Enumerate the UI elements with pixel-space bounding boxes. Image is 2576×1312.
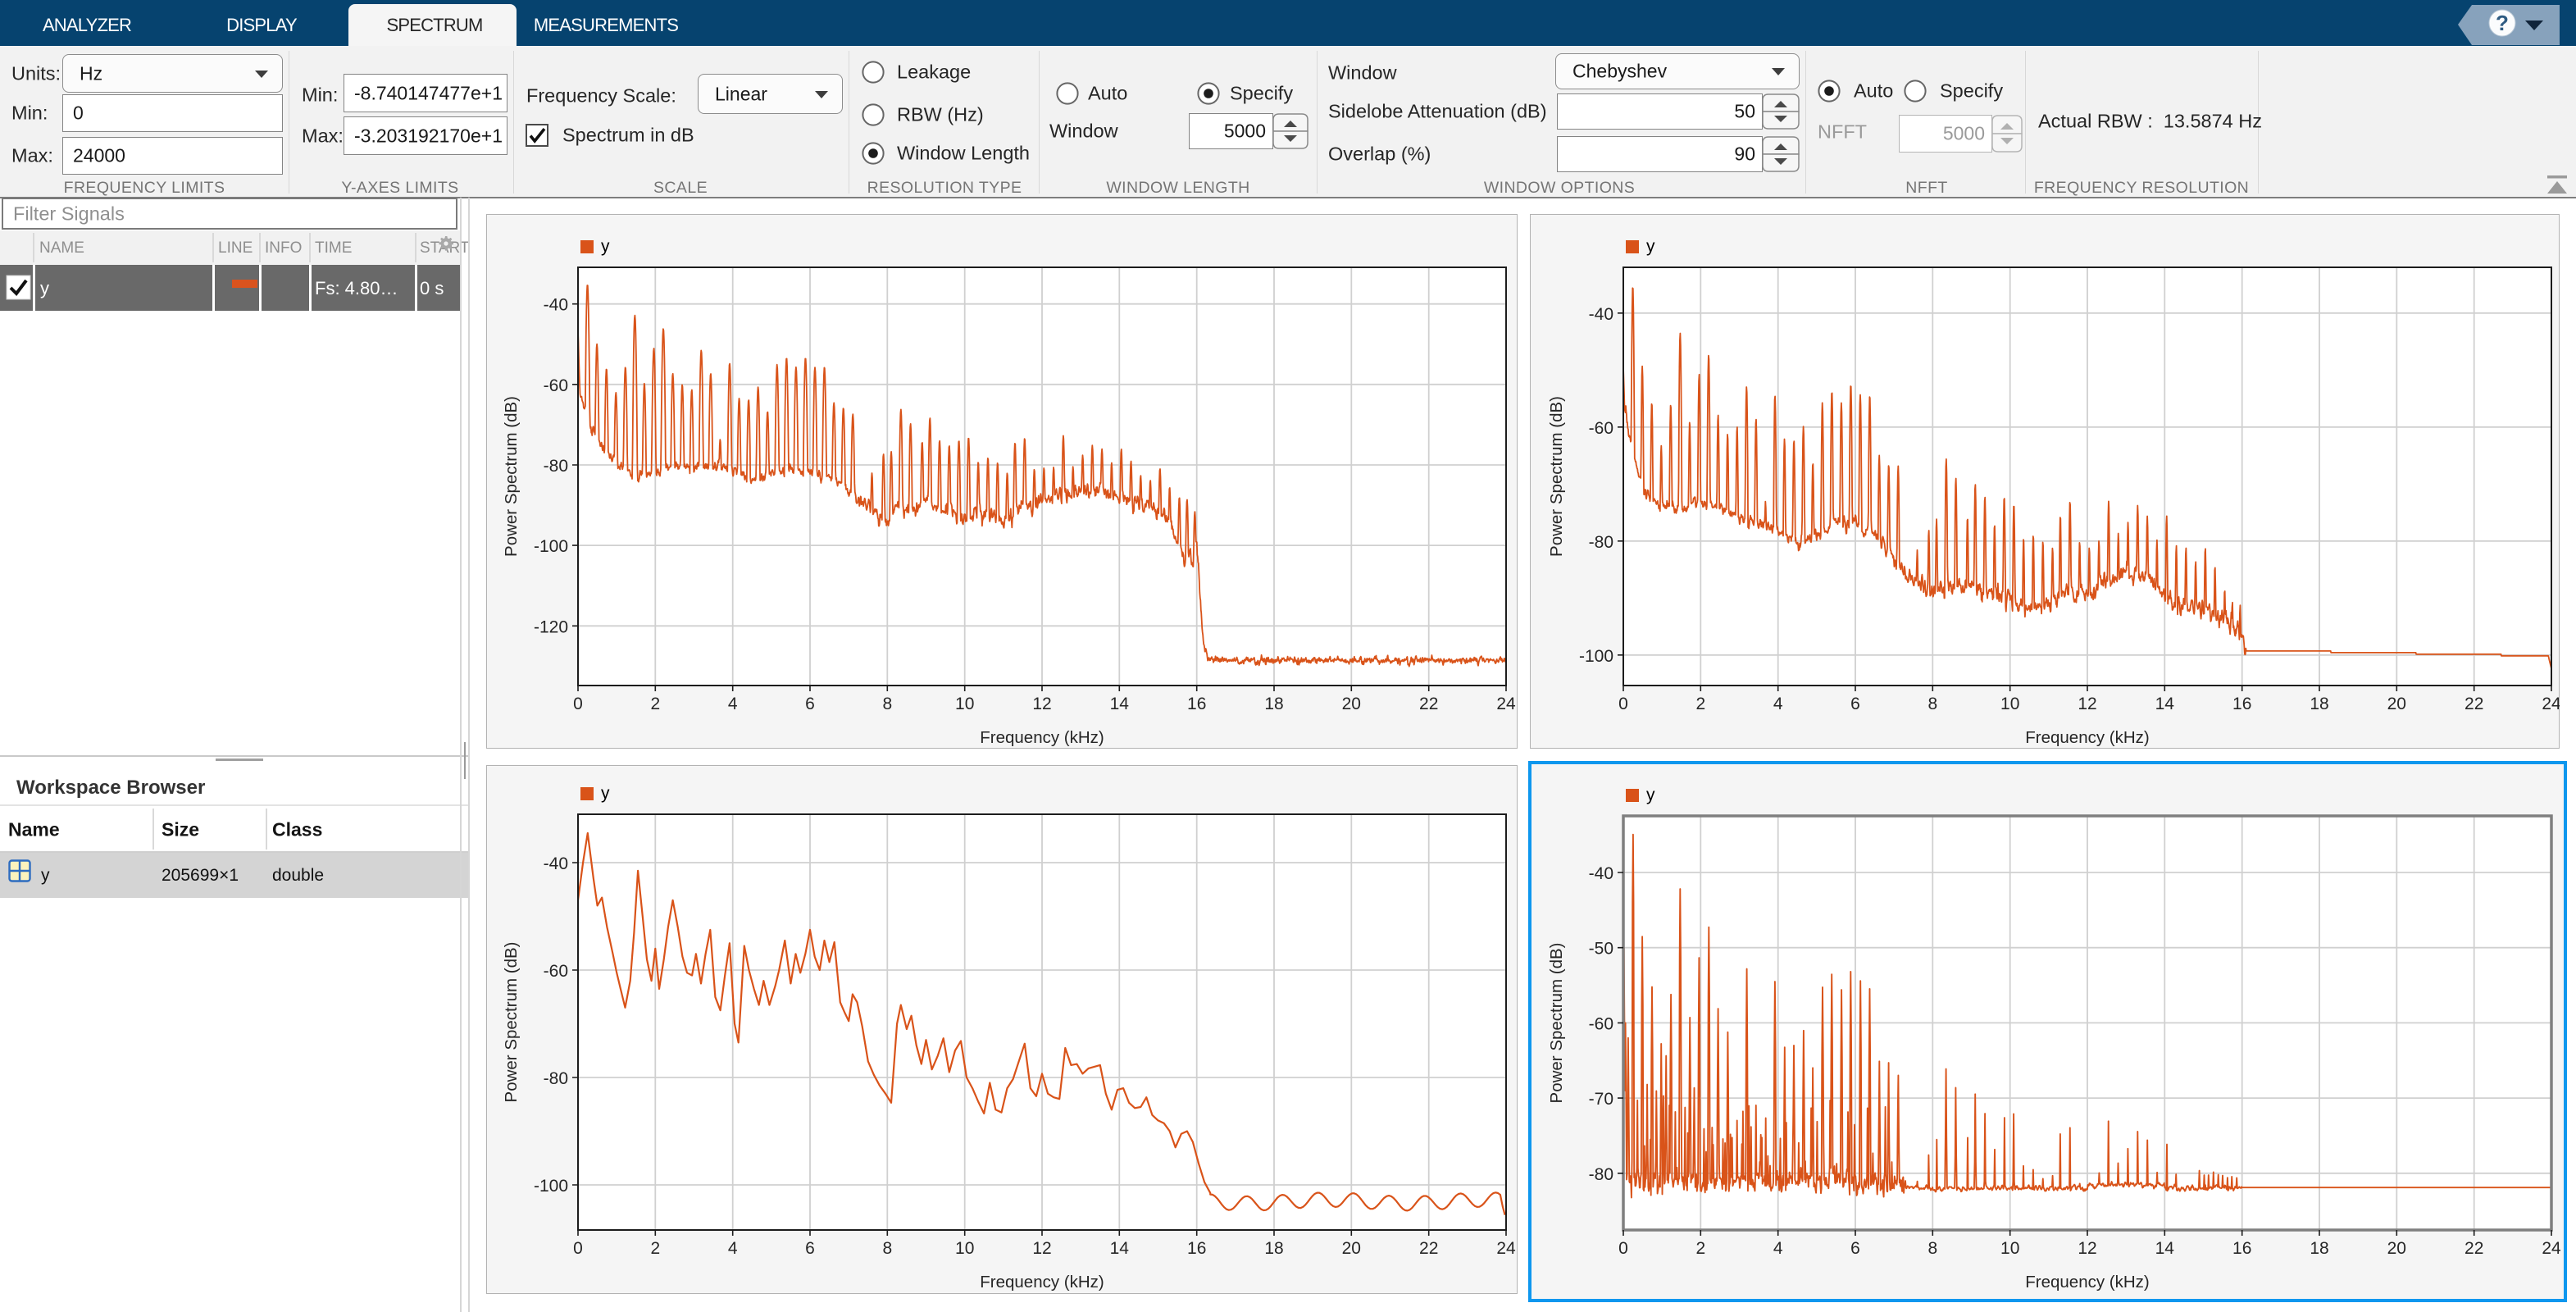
svg-text:10: 10 <box>2000 695 2019 713</box>
svg-text:22: 22 <box>1419 1239 1438 1258</box>
svg-text:-80: -80 <box>544 1069 568 1088</box>
svg-text:8: 8 <box>1927 1239 1937 1258</box>
svg-text:18: 18 <box>2310 1239 2328 1258</box>
svg-text:20: 20 <box>1342 695 1361 713</box>
svg-text:14: 14 <box>2155 1239 2175 1258</box>
svg-text:0: 0 <box>573 695 583 713</box>
svg-text:6: 6 <box>805 1239 815 1258</box>
svg-text:Power Spectrum (dB): Power Spectrum (dB) <box>502 942 521 1103</box>
svg-text:0: 0 <box>1618 1239 1628 1258</box>
svg-text:14: 14 <box>1110 1239 1130 1258</box>
svg-text:12: 12 <box>2078 1239 2096 1258</box>
svg-text:-40: -40 <box>1589 864 1613 883</box>
svg-text:0: 0 <box>1618 695 1628 713</box>
svg-text:20: 20 <box>1342 1239 1361 1258</box>
svg-text:24: 24 <box>1496 695 1516 713</box>
svg-text:12: 12 <box>1032 695 1051 713</box>
svg-text:4: 4 <box>728 695 738 713</box>
svg-text:20: 20 <box>2387 695 2406 713</box>
svg-text:8: 8 <box>1927 695 1937 713</box>
svg-text:16: 16 <box>1187 1239 1206 1258</box>
svg-text:Power Spectrum (dB): Power Spectrum (dB) <box>1547 396 1566 557</box>
svg-text:2: 2 <box>1695 695 1705 713</box>
svg-text:-80: -80 <box>1589 1165 1613 1184</box>
svg-text:18: 18 <box>2310 695 2328 713</box>
svg-text:24: 24 <box>2542 1239 2561 1258</box>
svg-text:-40: -40 <box>544 854 568 873</box>
svg-text:y: y <box>1646 237 1655 256</box>
svg-text:10: 10 <box>955 1239 974 1258</box>
svg-text:-100: -100 <box>534 537 568 556</box>
svg-text:10: 10 <box>2000 1239 2019 1258</box>
svg-text:20: 20 <box>2387 1239 2406 1258</box>
svg-text:y: y <box>601 237 610 256</box>
svg-text:-40: -40 <box>544 296 568 315</box>
svg-text:14: 14 <box>2155 695 2175 713</box>
svg-text:4: 4 <box>728 1239 738 1258</box>
svg-text:Frequency (kHz): Frequency (kHz) <box>980 1273 1104 1292</box>
svg-text:2: 2 <box>650 1239 660 1258</box>
svg-text:-60: -60 <box>544 962 568 981</box>
svg-text:6: 6 <box>805 695 815 713</box>
svg-text:8: 8 <box>882 695 892 713</box>
svg-text:2: 2 <box>650 695 660 713</box>
svg-text:18: 18 <box>1264 1239 1283 1258</box>
svg-text:-70: -70 <box>1589 1090 1613 1109</box>
svg-text:Power Spectrum (dB): Power Spectrum (dB) <box>1547 943 1566 1104</box>
svg-text:8: 8 <box>882 1239 892 1258</box>
svg-text:16: 16 <box>2232 695 2251 713</box>
svg-text:24: 24 <box>1496 1239 1516 1258</box>
svg-text:y: y <box>601 784 610 803</box>
svg-text:-60: -60 <box>1589 419 1613 438</box>
svg-text:24: 24 <box>2542 695 2560 713</box>
svg-text:2: 2 <box>1695 1239 1705 1258</box>
svg-text:12: 12 <box>1032 1239 1051 1258</box>
svg-text:12: 12 <box>2078 695 2096 713</box>
svg-text:22: 22 <box>1419 695 1438 713</box>
svg-text:0: 0 <box>573 1239 583 1258</box>
svg-text:Frequency (kHz): Frequency (kHz) <box>980 728 1104 747</box>
svg-text:6: 6 <box>1850 695 1860 713</box>
svg-text:-40: -40 <box>1589 305 1613 324</box>
svg-text:22: 22 <box>2464 1239 2483 1258</box>
svg-text:16: 16 <box>1187 695 1206 713</box>
svg-text:Power Spectrum (dB): Power Spectrum (dB) <box>502 396 521 557</box>
svg-text:y: y <box>1646 786 1655 804</box>
svg-text:6: 6 <box>1850 1239 1860 1258</box>
svg-text:-120: -120 <box>534 617 568 636</box>
svg-text:-80: -80 <box>544 457 568 476</box>
svg-text:-100: -100 <box>534 1177 568 1196</box>
svg-text:22: 22 <box>2464 695 2483 713</box>
svg-text:?: ? <box>2496 11 2509 35</box>
svg-text:14: 14 <box>1110 695 1130 713</box>
svg-text:-100: -100 <box>1579 647 1613 666</box>
svg-text:-60: -60 <box>1589 1014 1613 1033</box>
svg-text:-80: -80 <box>1589 533 1613 552</box>
svg-text:18: 18 <box>1264 695 1283 713</box>
svg-text:Frequency (kHz): Frequency (kHz) <box>2025 728 2150 747</box>
svg-text:-60: -60 <box>544 376 568 395</box>
svg-text:16: 16 <box>2232 1239 2251 1258</box>
svg-text:-50: -50 <box>1589 940 1613 959</box>
svg-text:10: 10 <box>955 695 974 713</box>
svg-text:Frequency (kHz): Frequency (kHz) <box>2025 1273 2150 1292</box>
svg-text:4: 4 <box>1773 1239 1783 1258</box>
svg-text:4: 4 <box>1773 695 1783 713</box>
